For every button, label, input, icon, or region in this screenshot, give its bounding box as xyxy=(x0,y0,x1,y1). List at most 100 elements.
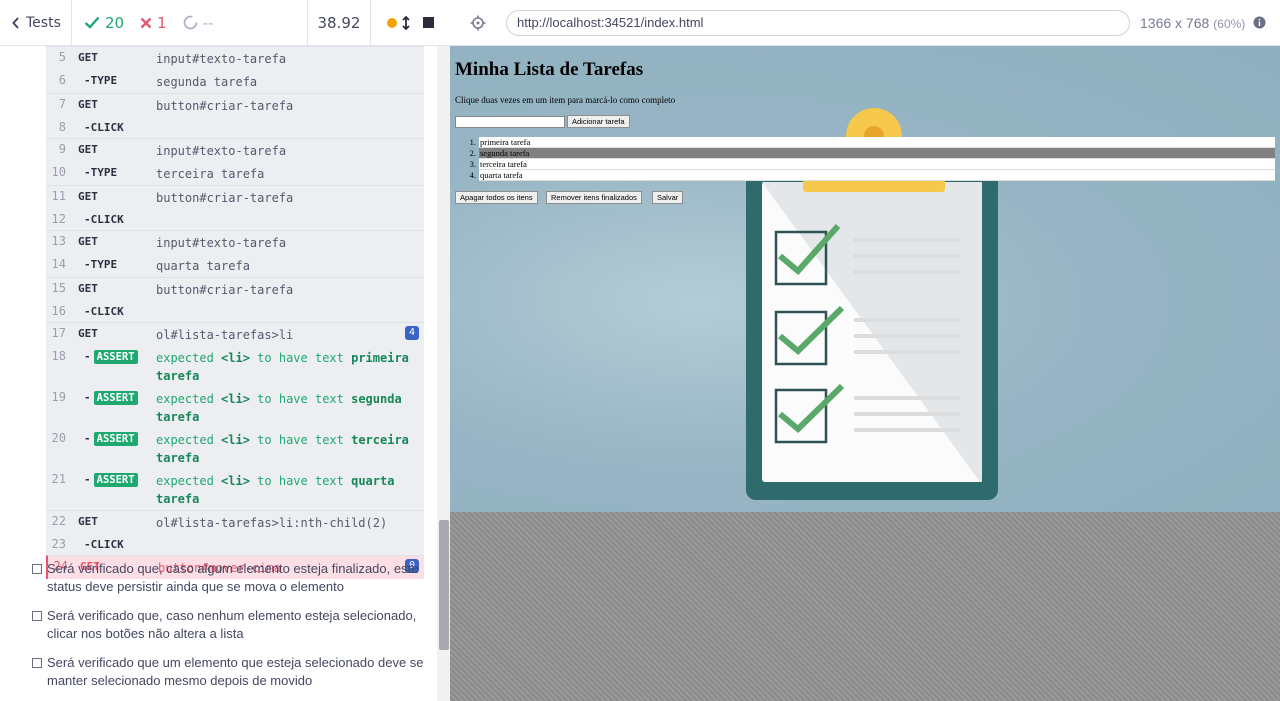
test-item[interactable]: Será verificado que, caso nenhum element… xyxy=(0,604,430,651)
stop-icon[interactable] xyxy=(422,17,434,28)
command-row[interactable]: 12 -CLICK xyxy=(46,209,424,230)
command-row[interactable]: 14 -TYPE quarta tarefa xyxy=(46,254,424,277)
url-display[interactable]: http://localhost:34521/index.html xyxy=(506,9,1130,36)
assert-row[interactable]: 20- ASSERT expected <li> to have text terc… xyxy=(46,428,424,469)
command-log: 5 GET input#texto-tarefa 6 -TYPE segunda tare… xyxy=(46,46,424,579)
task-item[interactable]: 2. segunda tarefa xyxy=(455,148,1275,159)
test-item[interactable]: Será verificado que, caso algum elemento… xyxy=(0,557,430,604)
auto-scroll-toggle[interactable] xyxy=(387,15,410,30)
command-row[interactable]: 9 GET input#texto-tarefa xyxy=(46,138,424,162)
assert-message: expected <li> to have text primeira tare… xyxy=(156,348,424,385)
command-message xyxy=(156,119,424,120)
passed-count: 20 xyxy=(84,14,124,32)
reporter-header: Tests 20 1 -- 38.92 xyxy=(0,0,450,46)
scrollbar-thumb[interactable] xyxy=(439,520,449,650)
assert-mid: to have text xyxy=(257,474,344,488)
command-row[interactable]: 11 GET button#criar-tarefa xyxy=(46,185,424,209)
command-number: 16 xyxy=(51,304,66,318)
test-item[interactable]: Será verificado que um elemento que este… xyxy=(0,651,430,698)
add-task-button[interactable]: Adicionar tarefa xyxy=(567,115,630,128)
task-number: 1. xyxy=(469,137,476,147)
command-row[interactable]: 23 -CLICK xyxy=(46,534,424,555)
test-list: Será verificado que, caso algum elemento… xyxy=(0,557,430,698)
viewport-info: 1366 x 768 (60%) xyxy=(1140,15,1245,31)
info-icon[interactable] xyxy=(1253,16,1266,29)
element-count-badge: 4 xyxy=(404,326,419,340)
command-name: -TYPE xyxy=(84,74,118,87)
command-row[interactable]: 17 GET ol#lista-tarefas>li 4 xyxy=(46,322,424,346)
command-row[interactable]: 22 GET ol#lista-tarefas>li:nth-child(2) xyxy=(46,510,424,534)
command-row[interactable]: 7 GET button#criar-tarefa xyxy=(46,93,424,117)
pending-count: -- xyxy=(183,14,213,32)
command-message: input#texto-tarefa xyxy=(156,144,287,158)
selector-playground-button[interactable] xyxy=(450,15,506,31)
assert-prefix: expected xyxy=(156,351,214,365)
task-number: 3. xyxy=(469,159,476,169)
check-icon xyxy=(84,16,100,29)
command-message: quarta tarefa xyxy=(156,259,250,273)
task-number: 2. xyxy=(469,148,476,158)
command-row[interactable]: 15 GET button#criar-tarefa xyxy=(46,277,424,301)
cypress-runner: Tests 20 1 -- 38.92 http://localhost:345… xyxy=(0,0,1280,701)
command-name: GET xyxy=(78,235,98,248)
command-number: 13 xyxy=(51,234,66,248)
command-row[interactable]: 13 GET input#texto-tarefa xyxy=(46,230,424,254)
assert-badge: ASSERT xyxy=(93,350,138,364)
remove-finished-button[interactable]: Remover itens finalizados xyxy=(546,191,642,204)
command-number: 21 xyxy=(51,472,66,486)
command-row[interactable]: 6 -TYPE segunda tarefa xyxy=(46,70,424,93)
command-message: button#criar-tarefa xyxy=(156,191,294,205)
command-name: -TYPE xyxy=(84,166,118,179)
task-item[interactable]: 4. quarta tarefa xyxy=(455,170,1275,181)
clear-all-button[interactable]: Apagar todos os itens xyxy=(455,191,538,204)
task-item[interactable]: 3. terceira tarefa xyxy=(455,159,1275,170)
task-text: primeira tarefa xyxy=(479,137,1275,148)
test-status-icon xyxy=(32,611,42,621)
assert-tag: <li> xyxy=(221,392,250,406)
command-name: -CLICK xyxy=(84,538,124,551)
assert-row[interactable]: 19- ASSERT expected <li> to have text segu… xyxy=(46,387,424,428)
command-number: 8 xyxy=(58,120,66,134)
command-name: -CLICK xyxy=(84,305,124,318)
task-text-input[interactable] xyxy=(455,116,565,128)
save-button[interactable]: Salvar xyxy=(652,191,684,204)
command-row[interactable]: 8 -CLICK xyxy=(46,117,424,138)
assert-row[interactable]: 18- ASSERT expected <li> to have text prim… xyxy=(46,346,424,387)
command-name: GET xyxy=(78,51,98,64)
tests-button[interactable]: Tests xyxy=(0,0,72,45)
assert-tag: <li> xyxy=(221,474,250,488)
assert-mid: to have text xyxy=(257,351,344,365)
assert-message: expected <li> to have text terceira tare… xyxy=(156,430,424,467)
command-name: - ASSERT xyxy=(66,430,156,446)
command-number: 11 xyxy=(51,189,66,203)
status-dot-icon xyxy=(387,17,398,28)
assert-badge: ASSERT xyxy=(93,391,138,405)
assert-tag: <li> xyxy=(221,351,250,365)
task-number: 4. xyxy=(469,170,476,180)
instructions: Clique duas vezes em um item para marcá-… xyxy=(455,95,676,105)
command-number: 12 xyxy=(51,212,66,226)
aut-header: http://localhost:34521/index.html 1366 x… xyxy=(450,0,1280,46)
command-row[interactable]: 10 -TYPE terceira tarefa xyxy=(46,162,424,185)
command-name: -TYPE xyxy=(84,258,118,271)
crosshair-icon xyxy=(470,15,486,30)
tests-label: Tests xyxy=(26,14,61,31)
command-message: segunda tarefa xyxy=(156,75,258,89)
task-item[interactable]: 1. primeira tarefa xyxy=(455,137,1275,148)
assert-tag: <li> xyxy=(221,433,250,447)
app-preview: Minha Lista de Tarefas Clique duas vezes… xyxy=(450,46,1280,701)
command-name: GET xyxy=(78,515,98,528)
command-message xyxy=(156,303,424,304)
viewport-scale: (60%) xyxy=(1213,16,1246,31)
assert-row[interactable]: 21- ASSERT expected <li> to have text quar… xyxy=(46,469,424,510)
test-title: Será verificado que, caso algum elemento… xyxy=(47,561,419,594)
command-number: 23 xyxy=(51,537,66,551)
command-name: GET xyxy=(78,143,98,156)
assert-badge: ASSERT xyxy=(93,432,138,446)
assert-message: expected <li> to have text segunda taref… xyxy=(156,389,424,426)
command-name: GET xyxy=(78,190,98,203)
command-row[interactable]: 5 GET input#texto-tarefa xyxy=(46,46,424,70)
command-row[interactable]: 16 -CLICK xyxy=(46,301,424,322)
command-name: -CLICK xyxy=(84,121,124,134)
command-name: - ASSERT xyxy=(66,389,156,405)
